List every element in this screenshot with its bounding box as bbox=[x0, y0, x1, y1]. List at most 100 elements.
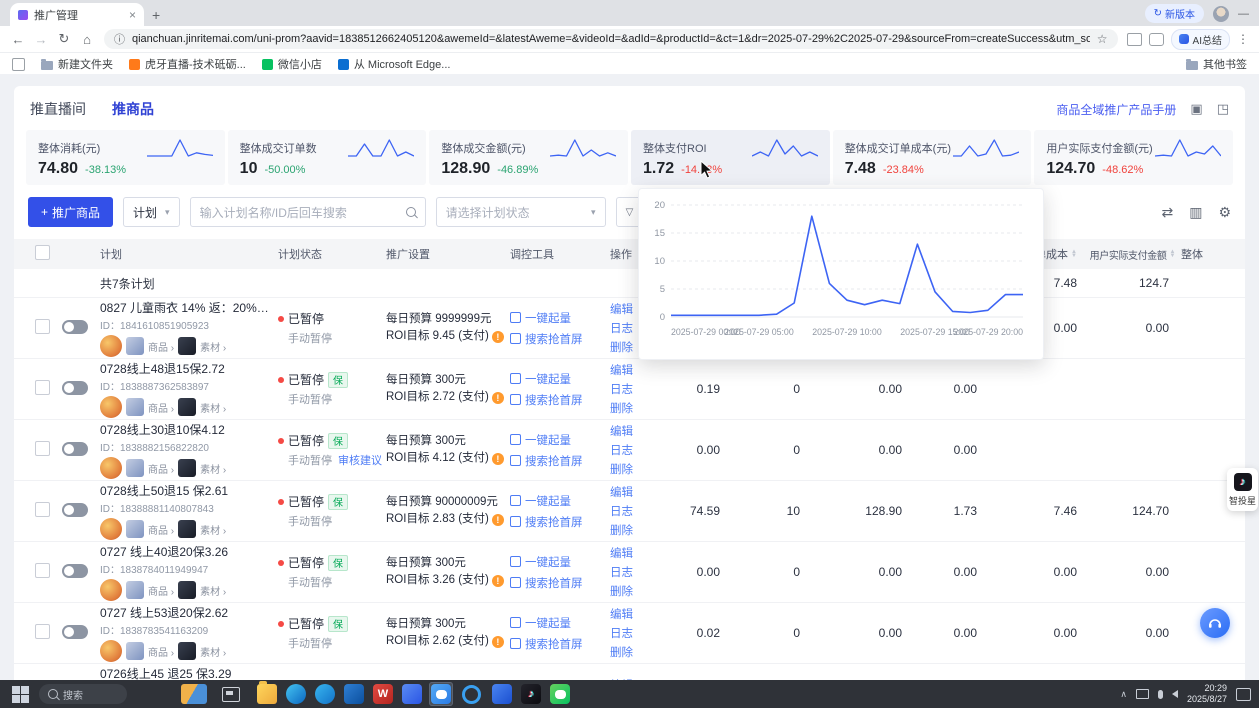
row-checkbox[interactable] bbox=[35, 624, 50, 639]
material-link[interactable]: 素材 › bbox=[200, 461, 226, 476]
outlook-icon[interactable] bbox=[342, 682, 366, 706]
ai-summary-button[interactable]: AI总结 bbox=[1171, 29, 1230, 50]
zhitouxing-widget[interactable]: ♪ 智投星 bbox=[1227, 468, 1258, 511]
header-user-paid[interactable]: 用户实际支付金额 ▲▼ bbox=[1089, 247, 1181, 262]
row-checkbox[interactable] bbox=[35, 563, 50, 578]
taskbar-clock[interactable]: 20:29 2025/8/27 bbox=[1187, 683, 1227, 706]
row-enable-toggle[interactable] bbox=[62, 442, 88, 456]
plan-name[interactable]: 0726线上45 退25 保3.29 bbox=[100, 665, 272, 680]
action-link[interactable]: 日志 bbox=[610, 381, 666, 397]
material-link[interactable]: 素材 › bbox=[200, 583, 226, 598]
chart-columns-icon[interactable]: ▥ bbox=[1189, 204, 1202, 221]
plan-name[interactable]: 0827 儿童雨衣 14% 返：20% 保：9.92 bbox=[100, 299, 272, 316]
stat-card[interactable]: 整体成交订单成本(元) 7.48 -23.84% bbox=[833, 130, 1032, 185]
tool-link[interactable]: 一键起量 bbox=[510, 432, 610, 448]
row-enable-toggle[interactable] bbox=[62, 564, 88, 578]
tool-link[interactable]: 一键起量 bbox=[510, 371, 610, 387]
home-icon[interactable]: ⌂ bbox=[79, 32, 95, 47]
stat-card[interactable]: 整体成交金额(元) 128.90 -46.89% bbox=[429, 130, 628, 185]
bookmark-item[interactable]: 微信小店 bbox=[262, 56, 322, 72]
pip-icon[interactable] bbox=[1127, 33, 1142, 46]
edge-icon[interactable] bbox=[284, 682, 308, 706]
task-view-button[interactable] bbox=[222, 687, 240, 702]
row-checkbox[interactable] bbox=[35, 441, 50, 456]
other-bookmarks[interactable]: 其他书签 bbox=[1186, 56, 1247, 72]
window-minimize-icon[interactable]: — bbox=[1238, 8, 1249, 20]
tool-link[interactable]: 搜索抢首屏 bbox=[510, 575, 610, 591]
compare-icon[interactable]: ⇄ bbox=[1161, 204, 1173, 221]
grid-icon[interactable]: ▣ bbox=[1190, 101, 1202, 117]
row-checkbox[interactable] bbox=[35, 502, 50, 517]
product-link[interactable]: 商品 › bbox=[148, 461, 174, 476]
plan-type-select[interactable]: 计划 ▾ bbox=[123, 197, 180, 227]
tab-close-icon[interactable]: × bbox=[129, 8, 136, 22]
plan-name[interactable]: 0727 线上53退20保2.62 bbox=[100, 604, 272, 621]
back-icon[interactable]: ← bbox=[10, 32, 26, 47]
plan-name[interactable]: 0727 线上40退20保3.26 bbox=[100, 543, 272, 560]
qq-icon[interactable] bbox=[313, 682, 337, 706]
action-link[interactable]: 删除 bbox=[610, 583, 666, 599]
help-button[interactable] bbox=[1200, 608, 1230, 638]
product-link[interactable]: 商品 › bbox=[148, 522, 174, 537]
microphone-icon[interactable] bbox=[1158, 690, 1163, 699]
bookmark-item[interactable]: 从 Microsoft Edge... bbox=[338, 56, 451, 72]
speaker-icon[interactable] bbox=[1172, 690, 1178, 698]
tab-product[interactable]: 推商品 bbox=[112, 99, 154, 119]
action-link[interactable]: 编辑 bbox=[610, 423, 666, 439]
select-all-checkbox[interactable] bbox=[35, 245, 50, 260]
apps-grid-icon[interactable] bbox=[12, 58, 25, 71]
row-enable-toggle[interactable] bbox=[62, 625, 88, 639]
action-link[interactable]: 编辑 bbox=[610, 545, 666, 561]
row-enable-toggle[interactable] bbox=[62, 503, 88, 517]
douyin-icon[interactable]: ♪ bbox=[519, 682, 543, 706]
sort-icon[interactable]: ▲▼ bbox=[1169, 250, 1175, 259]
refresh-icon[interactable]: ↻ bbox=[56, 31, 72, 47]
notifications-icon[interactable] bbox=[1236, 688, 1251, 701]
action-link[interactable]: 编辑 bbox=[610, 484, 666, 500]
row-enable-toggle[interactable] bbox=[62, 381, 88, 395]
material-link[interactable]: 素材 › bbox=[200, 339, 226, 354]
row-enable-toggle[interactable] bbox=[62, 320, 88, 334]
add-product-button[interactable]: + 推广商品 bbox=[28, 197, 113, 227]
chat-app-icon[interactable] bbox=[429, 682, 453, 706]
material-link[interactable]: 素材 › bbox=[200, 644, 226, 659]
avatar[interactable] bbox=[1213, 6, 1229, 22]
action-link[interactable]: 日志 bbox=[610, 625, 666, 641]
tool-link[interactable]: 一键起量 bbox=[510, 310, 610, 326]
sort-icon[interactable]: ▲▼ bbox=[1071, 250, 1077, 259]
monitor-icon[interactable] bbox=[1136, 689, 1149, 699]
product-link[interactable]: 商品 › bbox=[148, 583, 174, 598]
taskbar-search[interactable]: 搜索 bbox=[39, 684, 127, 704]
column-settings-icon[interactable]: ⚙ bbox=[1218, 204, 1231, 221]
tool-link[interactable]: 搜索抢首屏 bbox=[510, 514, 610, 530]
new-tab-button[interactable]: + bbox=[152, 7, 160, 23]
app-icon-1[interactable] bbox=[400, 682, 424, 706]
product-link[interactable]: 商品 › bbox=[148, 400, 174, 415]
action-link[interactable]: 删除 bbox=[610, 400, 666, 416]
action-link[interactable]: 删除 bbox=[610, 644, 666, 660]
forward-icon[interactable]: → bbox=[33, 32, 49, 47]
row-checkbox[interactable] bbox=[35, 319, 50, 334]
bookmark-star-icon[interactable]: ☆ bbox=[1097, 32, 1108, 46]
action-link[interactable]: 编辑 bbox=[610, 362, 666, 378]
tool-link[interactable]: 一键起量 bbox=[510, 615, 610, 631]
manual-link[interactable]: 商品全域推广产品手册 bbox=[1056, 101, 1176, 118]
browser-icon[interactable] bbox=[458, 681, 485, 708]
row-checkbox[interactable] bbox=[35, 380, 50, 395]
stat-card[interactable]: 用户实际支付金额(元) 124.70 -48.62% bbox=[1034, 130, 1233, 185]
bookmark-item[interactable]: 虎牙直播-技术砥砺... bbox=[129, 56, 246, 72]
material-link[interactable]: 素材 › bbox=[200, 400, 226, 415]
tool-link[interactable]: 一键起量 bbox=[510, 493, 610, 509]
action-link[interactable]: 日志 bbox=[610, 442, 666, 458]
action-link[interactable]: 日志 bbox=[610, 564, 666, 580]
tool-link[interactable]: 搜索抢首屏 bbox=[510, 331, 610, 347]
action-link[interactable]: 编辑 bbox=[610, 606, 666, 622]
widgets-button[interactable] bbox=[181, 684, 207, 704]
plan-search-input[interactable]: 输入计划名称/ID后回车搜索 bbox=[190, 197, 426, 227]
tool-link[interactable]: 搜索抢首屏 bbox=[510, 636, 610, 652]
new-version-badge[interactable]: ↻ 新版本 bbox=[1145, 4, 1204, 23]
browser-tab[interactable]: 推广管理 × bbox=[10, 3, 144, 26]
file-explorer-icon[interactable] bbox=[255, 682, 279, 706]
product-link[interactable]: 商品 › bbox=[148, 339, 174, 354]
action-link[interactable]: 删除 bbox=[610, 461, 666, 477]
